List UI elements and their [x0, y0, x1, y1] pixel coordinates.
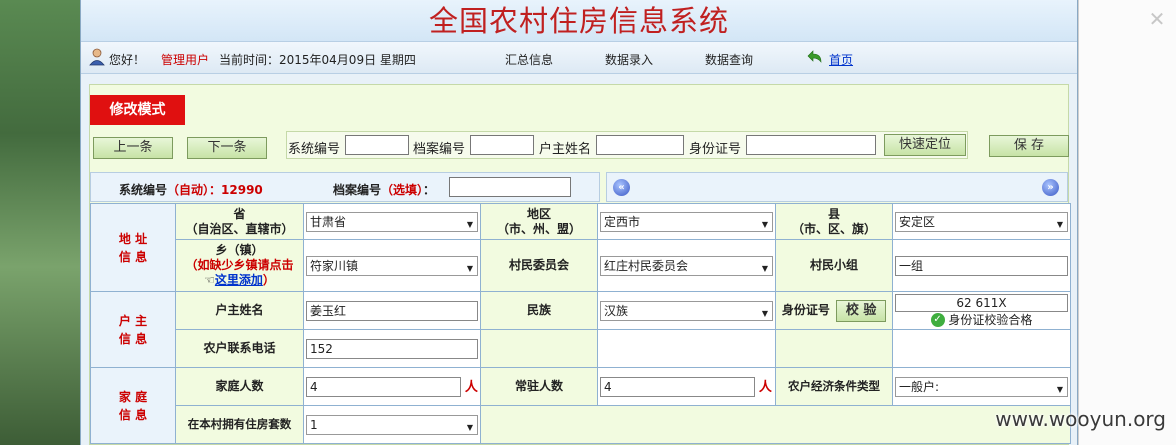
app-window: 全国农村住房信息系统 您好！ 管理用户 当前时间：2015年04月09日 星期四…: [80, 0, 1078, 445]
sysno-value: 12990: [221, 183, 263, 197]
group-input[interactable]: 一组: [895, 255, 1068, 276]
info-table: 地 址 信 息 省 （自治区、直辖市） 甘肃省 地区 （市、州、盟） 定西市 县…: [90, 203, 1071, 444]
owner-name-label: 户主姓名: [175, 291, 304, 330]
close-icon[interactable]: ✕: [1146, 8, 1168, 30]
nav-data-entry[interactable]: 数据录入: [605, 51, 653, 68]
first-page-icon[interactable]: «: [613, 179, 630, 196]
family-count-label: 家庭人数: [175, 367, 304, 406]
home-link[interactable]: 首页: [829, 51, 853, 68]
owner-name-input[interactable]: 姜玉红: [306, 300, 478, 321]
search-fileno-input[interactable]: [470, 135, 534, 155]
app-title: 全国农村住房信息系统: [428, 4, 729, 38]
econ-select[interactable]: 一般户:: [895, 376, 1068, 399]
fileno-label: 档案编号: [333, 183, 382, 197]
last-page-icon[interactable]: »: [1042, 179, 1059, 196]
nation-select[interactable]: 汉族: [600, 300, 773, 323]
houses-label: 在本村拥有住房套数: [175, 405, 304, 444]
hand-pointer-icon: ☜: [204, 273, 215, 287]
village-select[interactable]: 红庄村民委员会: [600, 255, 773, 278]
region-select[interactable]: 定西市: [600, 211, 773, 234]
title-bar: 全国农村住房信息系统: [81, 0, 1077, 42]
quick-locate-button[interactable]: 快速定位: [884, 134, 966, 156]
save-button[interactable]: 保 存: [989, 135, 1069, 157]
family-count-input[interactable]: 4: [306, 377, 461, 397]
county-select[interactable]: 安定区: [895, 211, 1068, 234]
town-select[interactable]: 符家川镇: [306, 255, 478, 278]
county-label: 县 （市、区、旗）: [775, 203, 893, 240]
desktop-background: [0, 0, 80, 445]
id-input[interactable]: 62 611X: [895, 293, 1068, 312]
sysno-label: 系统编号: [119, 183, 168, 197]
econ-label: 农户经济条件类型: [775, 367, 893, 406]
nav-summary[interactable]: 汇总信息: [505, 51, 553, 68]
address-section: 地 址 信 息: [90, 203, 176, 292]
search-sysno-label: 系统编号: [288, 142, 341, 157]
mode-badge: 修改模式: [90, 95, 185, 125]
check-icon: ✓: [930, 313, 945, 327]
next-record-button[interactable]: 下一条: [187, 137, 267, 159]
search-sysno-input[interactable]: [345, 135, 409, 155]
family-count-unit: 人: [464, 380, 478, 395]
fileno-colon: ：: [423, 183, 436, 197]
fileno-input[interactable]: [449, 177, 571, 197]
search-bar: 系统编号 档案编号 户主姓名 身份证号 快速定位: [286, 131, 968, 159]
province-select[interactable]: 甘肃省: [306, 211, 478, 234]
prev-record-button[interactable]: 上一条: [93, 137, 173, 159]
resident-unit: 人: [758, 380, 772, 395]
back-arrow-icon[interactable]: [807, 50, 823, 64]
fileno-note: （选填）: [381, 183, 424, 197]
nation-label: 民族: [480, 291, 598, 330]
menu-bar: 您好！ 管理用户 当前时间：2015年04月09日 星期四 汇总信息 数据录入 …: [81, 42, 1077, 74]
region-label: 地区 （市、州、盟）: [480, 203, 598, 240]
add-town-link[interactable]: 这里添加: [215, 273, 263, 287]
greeting-text: 您好！: [109, 53, 146, 67]
phone-input[interactable]: 152: [306, 338, 478, 359]
phone-label: 农户联系电话: [175, 329, 304, 368]
record-info: 系统编号（自动）：12990 档案编号（选填）：: [90, 172, 600, 202]
search-fileno-label: 档案编号: [413, 142, 466, 157]
watermark: www.wooyun.org: [995, 407, 1166, 431]
family-section: 家 庭 信 息: [90, 367, 176, 444]
user-icon: [89, 48, 105, 66]
verify-button[interactable]: 校 验: [836, 299, 887, 322]
resident-input[interactable]: 4: [600, 377, 755, 397]
id-label: 身份证号: [781, 302, 830, 317]
search-owner-label: 户主姓名: [539, 142, 592, 157]
desktop-right-area: ✕: [1078, 0, 1176, 445]
houses-select[interactable]: 1: [306, 414, 478, 437]
province-label: 省 （自治区、直辖市）: [175, 203, 304, 240]
current-time: 当前时间：2015年04月09日 星期四: [219, 53, 416, 67]
search-id-input[interactable]: [746, 135, 876, 155]
user-name: 管理用户: [161, 53, 210, 67]
search-id-label: 身份证号: [689, 142, 742, 157]
main-form: 修改模式 上一条 下一条 系统编号 档案编号 户主姓名 身份证号 快速定位 保 …: [89, 84, 1071, 445]
nav-data-query[interactable]: 数据查询: [705, 51, 753, 68]
resident-label: 常驻人数: [480, 367, 598, 406]
group-label: 村民小组: [775, 239, 893, 292]
record-nav: « »: [606, 172, 1068, 202]
town-label: 乡（镇） （如缺少乡镇请点击 ☜这里添加）: [175, 239, 304, 292]
sysno-note: （自动）：: [167, 183, 222, 197]
owner-section: 户 主 信 息: [90, 291, 176, 368]
village-label: 村民委员会: [480, 239, 598, 292]
search-owner-input[interactable]: [596, 135, 684, 155]
verify-result: 身份证校验合格: [948, 312, 1033, 327]
